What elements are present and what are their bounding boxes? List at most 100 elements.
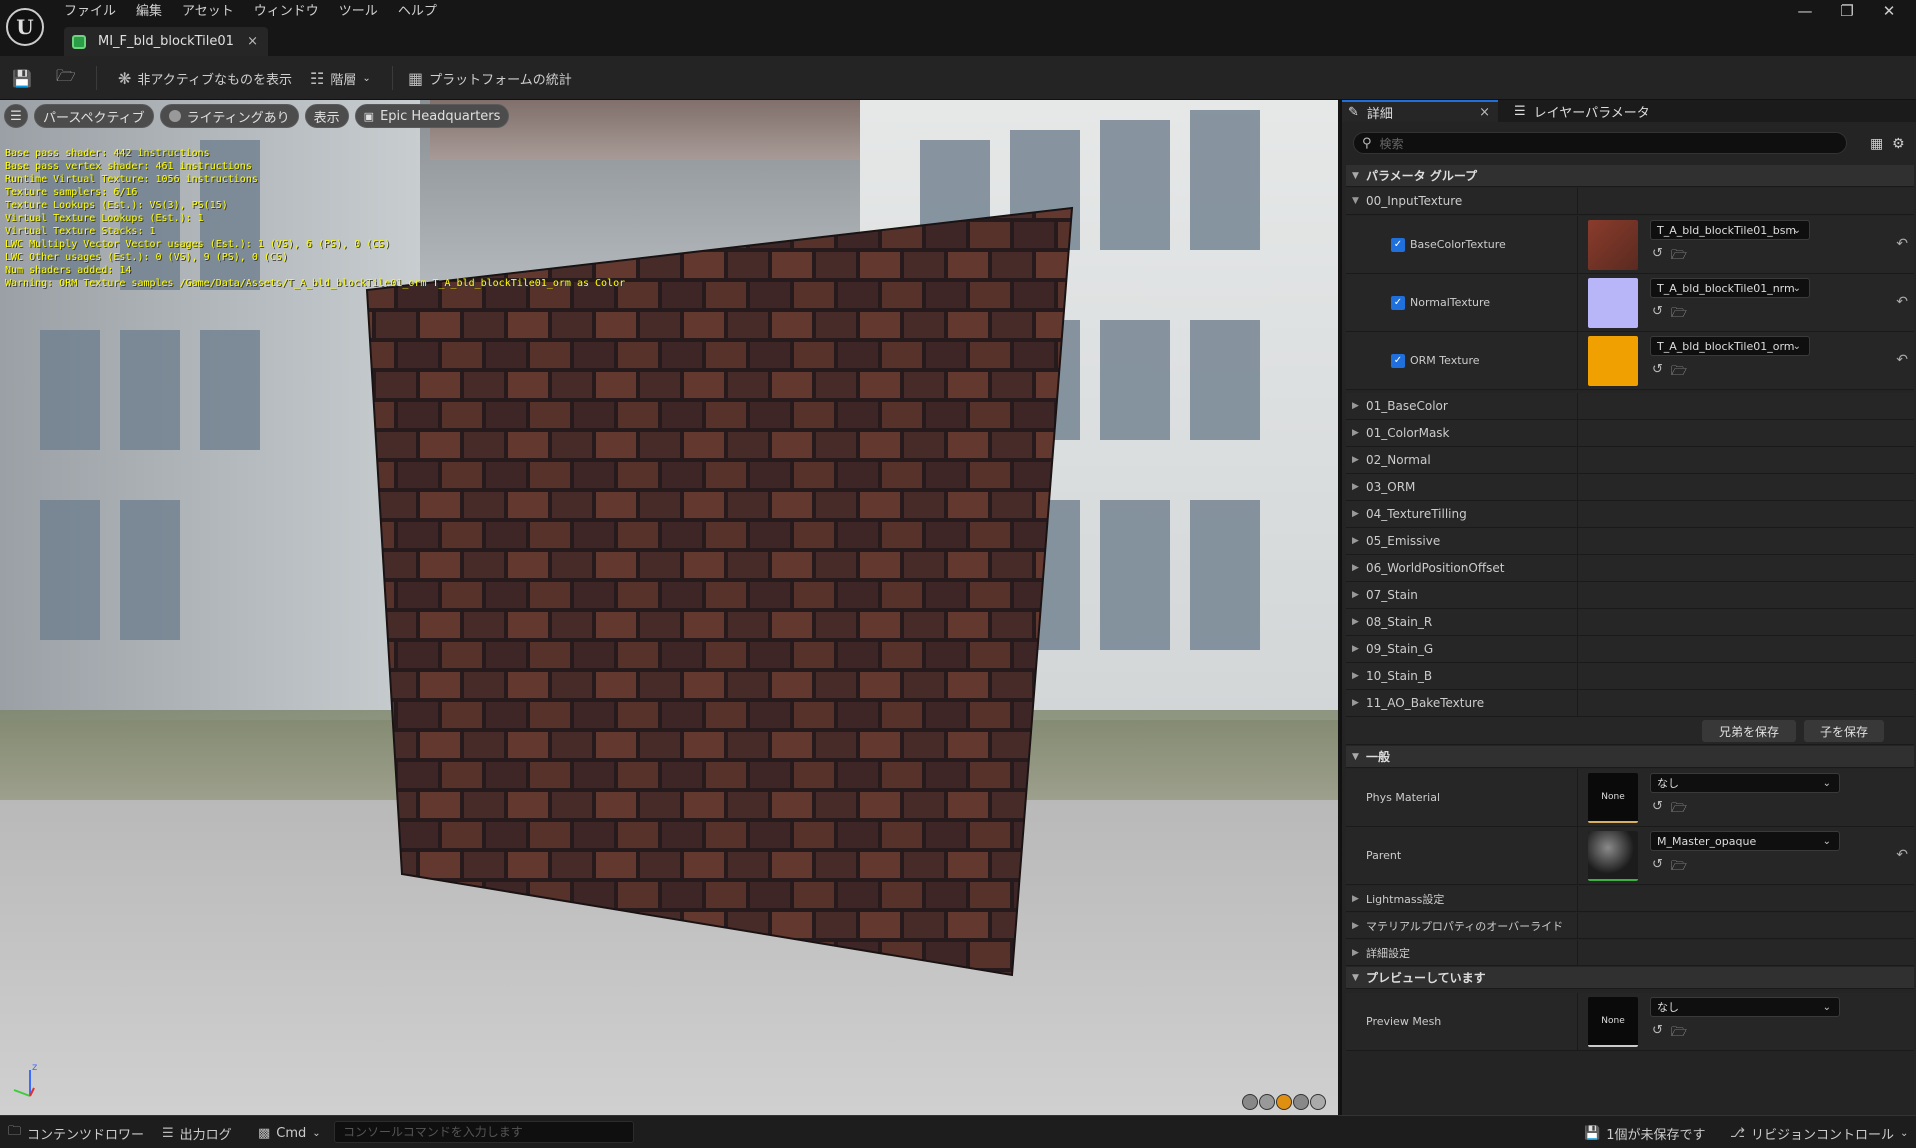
group-row[interactable]: ▶ 06_WorldPositionOffset (1346, 555, 1914, 582)
group-row[interactable]: ▶ 02_Normal (1346, 447, 1914, 474)
group-row[interactable]: ▶ 08_Stain_R (1346, 609, 1914, 636)
preview-viewport[interactable]: ☰ パースペクティブ ライティングあり 表示 ▣ Epic Headquarter… (0, 100, 1338, 1115)
settings-gear-icon[interactable]: ⚙ (1892, 136, 1905, 152)
reset-to-default-icon[interactable]: ↶ (1896, 352, 1908, 368)
preview-scene-button[interactable]: ▣ Epic Headquarters (354, 104, 510, 128)
platform-stats-button[interactable]: ▦ プラットフォームの統計 (408, 64, 572, 92)
menu-tools[interactable]: ツール (337, 2, 396, 22)
lighting-mode-button[interactable]: ライティングあり (159, 104, 299, 128)
menu-asset[interactable]: アセット (180, 2, 252, 22)
reset-to-default-icon[interactable]: ↶ (1896, 847, 1908, 863)
sphere-mesh-icon[interactable] (1259, 1094, 1275, 1110)
parent-material-picker[interactable]: M_Master_opaque ⌄ (1650, 831, 1840, 851)
chevron-down-icon: ⌄ (1792, 282, 1801, 294)
lightmass-settings-row[interactable]: ▶ Lightmass設定 (1346, 886, 1914, 912)
chevron-down-icon: ⌄ (1822, 777, 1831, 789)
document-tab-close-button[interactable]: × (247, 34, 258, 49)
use-selected-icon[interactable]: ↺ (1652, 799, 1663, 821)
group-row[interactable]: ▶ 10_Stain_B (1346, 663, 1914, 690)
category-previewing[interactable]: ▼ プレビューしています (1346, 967, 1914, 989)
console-input[interactable]: コンソールコマンドを入力します (334, 1121, 634, 1143)
group-row[interactable]: ▶ 01_BaseColor (1346, 393, 1914, 420)
basecolor-checkbox[interactable]: ✓ (1391, 238, 1405, 252)
minimize-button[interactable]: — (1784, 0, 1826, 22)
show-button[interactable]: 表示 (304, 104, 349, 128)
group-row[interactable]: ▶ 03_ORM (1346, 474, 1914, 501)
cmd-dropdown[interactable]: ▩ Cmd ⌄ (258, 1124, 321, 1142)
use-selected-icon[interactable]: ↺ (1652, 362, 1663, 384)
cube-mesh-icon[interactable] (1293, 1094, 1309, 1110)
texture-param-label: NormalTexture (1410, 296, 1491, 309)
group-row[interactable]: ▶ 04_TextureTilling (1346, 501, 1914, 528)
group-row[interactable]: ▶ 05_Emissive (1346, 528, 1914, 555)
save-child-button[interactable]: 子を保存 (1804, 720, 1884, 742)
category-general[interactable]: ▼ 一般 (1346, 746, 1914, 768)
phys-material-thumbnail[interactable]: None (1588, 773, 1638, 823)
search-input[interactable]: ⚲ 検索 (1353, 132, 1847, 154)
chevron-down-icon: ⌄ (312, 1127, 321, 1139)
menu-window[interactable]: ウィンドウ (252, 2, 337, 22)
output-log-button[interactable]: ☰ 出力ログ (162, 1124, 232, 1143)
group-row[interactable]: ▶ 01_ColorMask (1346, 420, 1914, 447)
parent-material-thumbnail[interactable] (1588, 831, 1638, 881)
normal-checkbox[interactable]: ✓ (1391, 296, 1405, 310)
unreal-logo-icon[interactable]: U (6, 8, 44, 46)
plane-mesh-icon[interactable] (1276, 1094, 1292, 1110)
browse-icon[interactable]: 🗁 (1671, 246, 1687, 268)
use-selected-icon[interactable]: ↺ (1652, 857, 1663, 879)
use-selected-icon[interactable]: ↺ (1652, 1023, 1663, 1045)
basecolor-asset-picker[interactable]: T_A_bld_blockTile01_bsm ⌄ (1650, 220, 1810, 240)
show-label: 表示 (313, 110, 340, 126)
revision-control-button[interactable]: ⎇ リビジョンコントロール ⌄ (1730, 1124, 1908, 1143)
perspective-button[interactable]: パースペクティブ (34, 104, 154, 128)
use-selected-icon[interactable]: ↺ (1652, 304, 1663, 326)
browse-icon[interactable]: 🗁 (1671, 1023, 1687, 1045)
preview-mesh-picker[interactable]: なし ⌄ (1650, 997, 1840, 1017)
browse-icon[interactable]: 🗁 (1671, 857, 1687, 879)
table-view-icon[interactable]: ▦ (1870, 136, 1883, 152)
tab-details[interactable]: ✎ 詳細 × (1342, 100, 1498, 122)
orm-asset-picker[interactable]: T_A_bld_blockTile01_orm ⌄ (1650, 336, 1810, 356)
cylinder-mesh-icon[interactable] (1242, 1094, 1258, 1110)
browse-icon[interactable]: 🗁 (1671, 362, 1687, 384)
viewport-options-button[interactable]: ☰ (4, 104, 28, 128)
orm-thumbnail[interactable] (1588, 336, 1638, 386)
show-inactive-button[interactable]: ❋ 非アクティブなものを表示 (118, 64, 292, 92)
advanced-settings-row[interactable]: ▶ 詳細設定 (1346, 940, 1914, 966)
reset-to-default-icon[interactable]: ↶ (1896, 236, 1908, 252)
close-window-button[interactable]: ✕ (1868, 0, 1910, 22)
browse-button[interactable]: 🗁 (56, 64, 82, 92)
restore-button[interactable]: ❐ (1826, 0, 1868, 22)
category-parameter-groups[interactable]: ▼ パラメータ グループ (1346, 165, 1914, 187)
orm-checkbox[interactable]: ✓ (1391, 354, 1405, 368)
menu-file[interactable]: ファイル (62, 2, 134, 22)
group-row[interactable]: ▶ 11_AO_BakeTexture (1346, 690, 1914, 717)
phys-material-picker[interactable]: なし ⌄ (1650, 773, 1840, 793)
menu-edit[interactable]: 編集 (134, 2, 180, 22)
content-drawer-button[interactable]: 🗀 コンテンツドロワー (8, 1124, 144, 1143)
document-tab[interactable]: MI_F_bld_blockTile01 × (64, 27, 268, 56)
preview-mesh-thumbnail[interactable]: None (1588, 997, 1638, 1047)
save-sibling-button[interactable]: 兄弟を保存 (1702, 720, 1796, 742)
hierarchy-dropdown[interactable]: ☷ 階層 ⌄ (310, 64, 371, 92)
custom-mesh-icon[interactable] (1310, 1094, 1326, 1110)
use-selected-icon[interactable]: ↺ (1652, 246, 1663, 268)
menu-help[interactable]: ヘルプ (396, 2, 455, 22)
group-input-texture[interactable]: ▼ 00_InputTexture (1346, 188, 1914, 215)
phys-material-row: Phys Material None なし ⌄ ↺ 🗁 (1346, 769, 1914, 827)
basecolor-thumbnail[interactable] (1588, 220, 1638, 270)
browse-icon[interactable]: 🗁 (1671, 799, 1687, 821)
browse-icon[interactable]: 🗁 (1671, 304, 1687, 326)
normal-asset-picker[interactable]: T_A_bld_blockTile01_nrm ⌄ (1650, 278, 1810, 298)
tab-close-button[interactable]: × (1479, 105, 1490, 120)
group-row[interactable]: ▶ 09_Stain_G (1346, 636, 1914, 663)
logo-glyph: U (16, 15, 34, 39)
material-property-override-row[interactable]: ▶ マテリアルプロパティのオーバーライド (1346, 913, 1914, 939)
group-row[interactable]: ▶ 07_Stain (1346, 582, 1914, 609)
lit-sphere-icon (168, 110, 181, 122)
reset-to-default-icon[interactable]: ↶ (1896, 294, 1908, 310)
normal-thumbnail[interactable] (1588, 278, 1638, 328)
save-button[interactable]: 💾 (12, 64, 38, 92)
unsaved-assets-button[interactable]: 💾 1個が未保存です (1584, 1124, 1705, 1143)
tab-layer-parameters[interactable]: ☰ レイヤーパラメータ (1510, 100, 1650, 122)
